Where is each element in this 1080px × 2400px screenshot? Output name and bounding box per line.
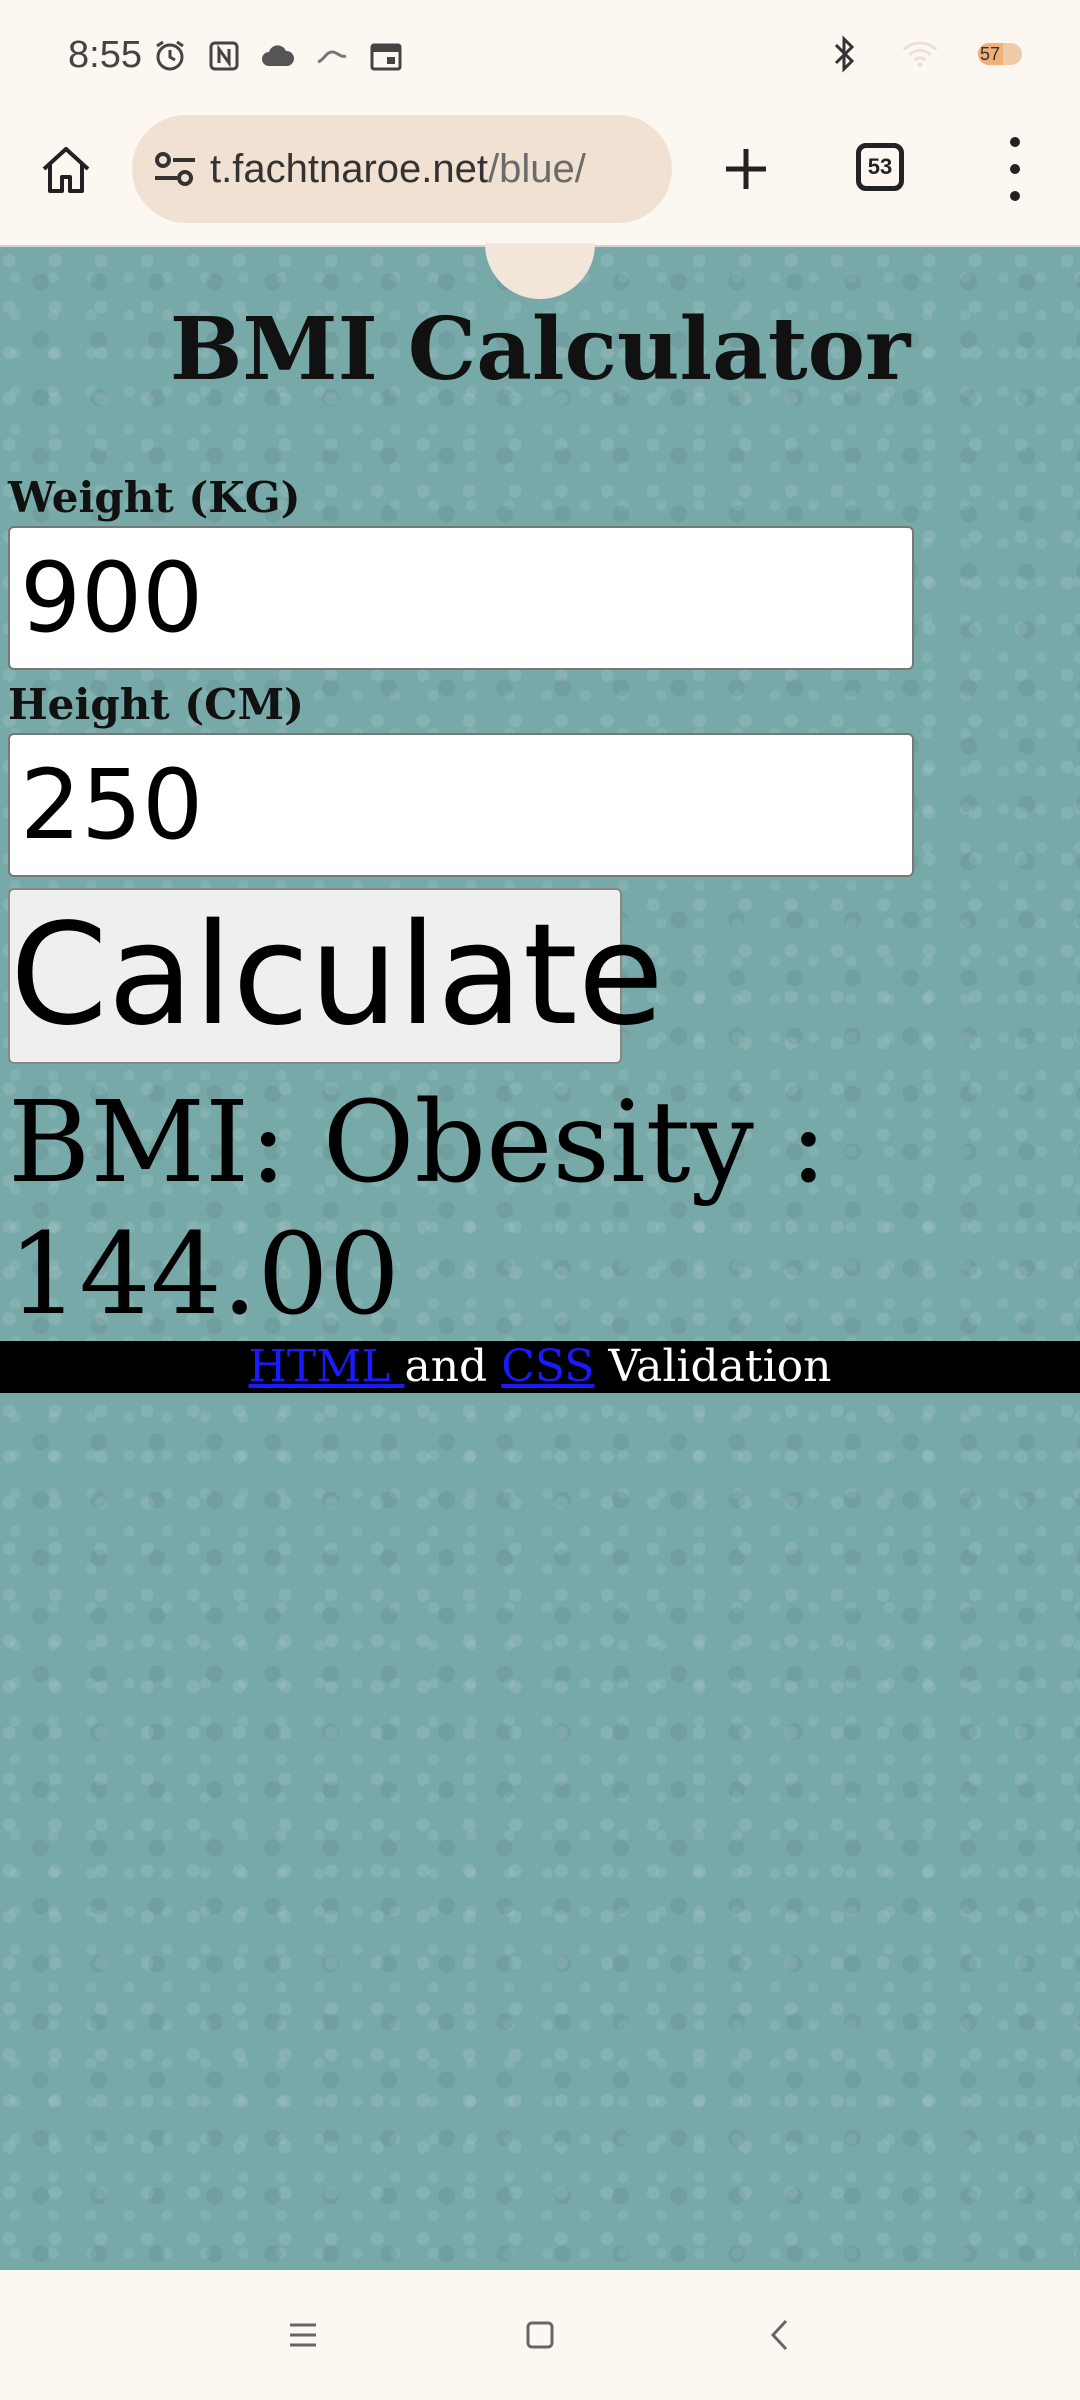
home-button[interactable] — [36, 140, 96, 200]
status-bar: 8:55 57 — [0, 0, 1080, 115]
square-icon — [526, 2321, 554, 2349]
bluetooth-icon — [826, 35, 862, 73]
css-validation-link[interactable]: CSS — [501, 1341, 594, 1392]
new-tab-button[interactable] — [716, 139, 776, 199]
tab-switcher-button[interactable]: 53 — [856, 143, 904, 191]
status-icons-left — [152, 38, 404, 74]
nfc-icon — [206, 38, 242, 74]
url-path: /blue/ — [487, 146, 586, 191]
home-icon — [42, 147, 90, 193]
alarm-icon — [152, 38, 188, 74]
validation-footer: HTML and CSS Validation — [0, 1341, 1080, 1393]
menu-dot-icon — [1010, 137, 1020, 147]
cloud-icon — [260, 38, 296, 74]
footer-and-text: and — [404, 1341, 502, 1392]
status-icons-right: 57 — [826, 35, 1022, 73]
calculate-button[interactable]: Calculate — [8, 888, 664, 1064]
overflow-menu-button[interactable] — [1000, 137, 1030, 201]
recents-button[interactable] — [278, 2310, 328, 2360]
html-validation-link[interactable]: HTML — [249, 1341, 405, 1392]
weight-input[interactable]: 900 — [8, 526, 914, 670]
height-label: Height (CM) — [8, 680, 304, 729]
url-host: t.fachtnaroe.net — [210, 146, 488, 191]
app-icon — [314, 38, 350, 74]
browser-toolbar: t.fachtnaroe.net/blue/ 53 — [0, 115, 1080, 247]
menu-dot-icon — [1010, 191, 1020, 201]
menu-dot-icon — [1010, 164, 1020, 174]
web-content: BMI Calculator Weight (KG) 900 Height (C… — [0, 243, 1080, 2270]
address-bar[interactable]: t.fachtnaroe.net/blue/ — [132, 115, 672, 223]
pull-indicator — [485, 243, 595, 299]
bmi-result: BMI: Obesity : 144.00 — [8, 1078, 828, 1340]
footer-validation-text: Validation — [594, 1341, 832, 1392]
menu-lines-icon — [290, 2323, 316, 2347]
back-button[interactable] — [755, 2310, 805, 2360]
navigation-bar — [0, 2270, 1080, 2400]
calendar-icon — [368, 38, 404, 74]
status-time: 8:55 — [68, 34, 142, 76]
back-chevron-icon — [770, 2319, 788, 2351]
battery-indicator: 57 — [978, 43, 1022, 65]
wifi-icon — [902, 36, 938, 72]
tab-count: 53 — [867, 154, 893, 179]
height-input[interactable]: 250 — [8, 733, 914, 877]
battery-label: 57 — [980, 43, 1001, 64]
plus-icon — [726, 149, 766, 189]
url-text[interactable]: t.fachtnaroe.net/blue/ — [210, 147, 650, 192]
home-nav-button[interactable] — [515, 2310, 565, 2360]
weight-label: Weight (KG) — [8, 473, 301, 522]
page-title: BMI Calculator — [169, 299, 911, 400]
site-settings-icon[interactable] — [152, 146, 198, 192]
